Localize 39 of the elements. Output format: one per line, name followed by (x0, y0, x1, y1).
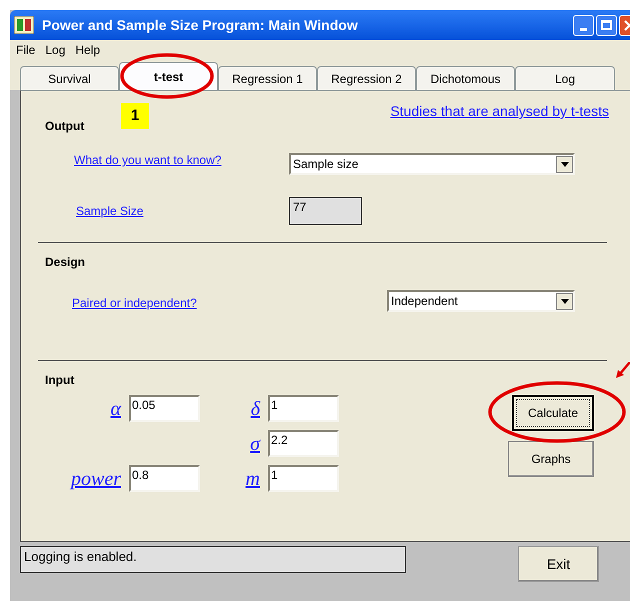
parameter-field[interactable]: 0.8 (129, 465, 200, 492)
result-field: 77 (289, 197, 362, 225)
menu-item[interactable]: File (16, 41, 36, 59)
maximize-button[interactable] (596, 14, 617, 36)
parameter-field[interactable]: 2.2 (268, 430, 339, 457)
section-heading: Design (45, 254, 86, 271)
status-field: Logging is enabled. (20, 546, 406, 573)
tab[interactable]: Log (515, 66, 615, 90)
annotation-arrow (616, 362, 630, 378)
tab[interactable]: Regression 1 (218, 66, 317, 90)
annotation-badge: 1 (121, 103, 149, 129)
help-link[interactable]: Studies that are analysed by t-tests (390, 101, 609, 122)
minimize-button[interactable] (573, 14, 594, 36)
section-heading: Input (45, 372, 76, 389)
parameter-field[interactable]: 0.05 (129, 395, 200, 422)
menu-item[interactable]: Log (45, 41, 66, 59)
menu-item[interactable]: Help (75, 41, 100, 59)
parameter-link[interactable]: power (51, 468, 121, 488)
tab[interactable]: Dichotomous (416, 66, 515, 90)
action-button[interactable]: Graphs (508, 441, 594, 477)
design-link[interactable]: Paired or independent? (72, 294, 387, 312)
parameter-link[interactable]: σ (190, 434, 260, 454)
output-dropdown[interactable]: Sample size (289, 153, 575, 175)
dropdown-value: Independent (390, 293, 459, 310)
exit-button[interactable]: Exit (518, 546, 599, 582)
window-title: Power and Sample Size Program: Main Window (42, 16, 358, 35)
dropdown-value: Sample size (292, 156, 360, 173)
parameter-field[interactable]: 1 (268, 395, 339, 422)
parameter-field[interactable]: 1 (268, 465, 339, 492)
design-dropdown[interactable]: Independent (387, 290, 575, 312)
result-link[interactable]: Sample Size (76, 202, 289, 220)
parameter-link[interactable]: α (51, 398, 121, 418)
question-link[interactable]: What do you want to know? (74, 151, 289, 169)
app-icon (14, 16, 34, 34)
tab[interactable]: Regression 2 (317, 66, 416, 90)
action-button[interactable]: Calculate (512, 395, 594, 431)
section-heading: Output (45, 118, 86, 135)
tab[interactable]: Survival (20, 66, 119, 90)
tab[interactable]: t-test (119, 62, 218, 90)
